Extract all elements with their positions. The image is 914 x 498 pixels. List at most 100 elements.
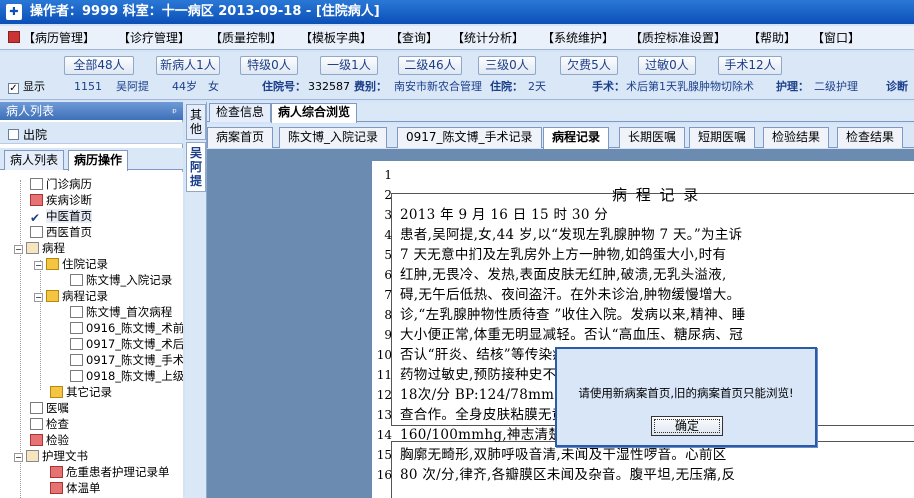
tree-item[interactable]: 其它记录 (50, 384, 112, 400)
line-number: 10 (376, 348, 392, 362)
menu-item-templates[interactable]: 【模板字典】 (300, 30, 372, 46)
patient-age: 44岁 (172, 80, 197, 93)
check-icon: ✔ (30, 211, 41, 225)
filter-special-button[interactable]: 特级0人 (240, 56, 298, 75)
tab-patient-overview[interactable]: 病人综合浏览 (271, 103, 358, 123)
surgery-label: 手术： (592, 80, 625, 93)
tree-item[interactable]: 体温单 (50, 480, 101, 496)
tree-item[interactable]: − 病程 (14, 240, 65, 256)
show-toggle[interactable]: 显示 (8, 80, 45, 94)
line-number: 11 (376, 368, 392, 382)
tree-item[interactable]: ✔ 中医首页 (30, 208, 92, 224)
menu-item-statistics[interactable]: 【统计分析】 (452, 30, 524, 46)
tree-item[interactable]: 检查 (30, 416, 69, 432)
panel-header: 病人列表 ᵖ (0, 102, 183, 120)
menu-icon (8, 31, 20, 43)
folder-icon (46, 258, 59, 270)
tab-long-term-orders[interactable]: 长期医嘱 (619, 127, 686, 148)
tree-item[interactable]: 医嘱 (30, 400, 69, 416)
filter-level3-button[interactable]: 三级0人 (478, 56, 536, 75)
folder-icon (50, 386, 63, 398)
menu-item-treatment[interactable]: 【诊疗管理】 (118, 30, 190, 46)
tree-item[interactable]: 陈文博_首次病程 (70, 304, 172, 320)
menu-item-qc-standard[interactable]: 【质控标准设置】 (630, 30, 726, 46)
filter-level1-button[interactable]: 一级1人 (320, 56, 378, 75)
discharged-toggle[interactable]: 出院 (0, 122, 183, 144)
folder-icon (46, 290, 59, 302)
document-icon (30, 178, 43, 190)
collapse-icon[interactable]: − (14, 245, 23, 254)
menu-item-quality[interactable]: 【质量控制】 (210, 30, 282, 46)
document-icon (70, 354, 83, 366)
menu-item-system[interactable]: 【系统维护】 (542, 30, 614, 46)
bed-number: 1151 (74, 80, 102, 93)
pin-icon[interactable]: ᵖ (172, 104, 177, 122)
collapse-icon[interactable]: − (34, 261, 43, 270)
document-page[interactable]: 12病 程 记 录 3 2013 年 9 月 16 日 15 时 30 分4 患者,… (372, 161, 914, 498)
note-line: 胸廓无畸形,双肺呼吸音清,未闻及干湿性啰音。心前区 (400, 447, 727, 463)
note-line: 患者,吴阿提,女,44 岁,以“发现左乳腺肿物 7 天。”为主诉 (400, 227, 743, 243)
note-line: 7 天无意中扪及左乳房外上方一肿物,如鸽蛋大小,时有 (400, 247, 727, 263)
nursing-value: 二级护理 (814, 80, 858, 93)
tree-item[interactable]: 陈文博_入院记录 (70, 272, 172, 288)
show-checkbox[interactable] (8, 83, 19, 94)
tree-item[interactable]: 疾病诊断 (30, 192, 92, 208)
filter-allergy-button[interactable]: 过敏0人 (638, 56, 696, 75)
tree-item[interactable]: 西医首页 (30, 224, 92, 240)
tree-item[interactable]: − 护理文书 (14, 448, 88, 464)
tree-item[interactable]: − 住院记录 (34, 256, 108, 272)
app-icon: ✚ (6, 4, 22, 20)
tab-admission-record[interactable]: 陈文博_入院记录 (279, 127, 388, 148)
document-icon (30, 226, 43, 238)
message-dialog: 请使用新病案首页,旧的病案首页只能浏览! 确定 (555, 347, 817, 447)
menu-item-window[interactable]: 【窗口】 (812, 30, 860, 46)
menu-item-query[interactable]: 【查询】 (390, 30, 438, 46)
document-tabs: 病案首页 陈文博_入院记录 0917_陈文博_手术记录 病程记录 长期医嘱 短期… (207, 124, 914, 149)
tab-surgery-record[interactable]: 0917_陈文博_手术记录 (397, 127, 542, 148)
exam-icon (30, 418, 43, 430)
ok-button[interactable]: 确定 (651, 416, 723, 436)
tab-exam-results[interactable]: 检查结果 (837, 127, 904, 148)
filter-surgery-button[interactable]: 手术12人 (718, 56, 782, 75)
view-tabs: 检查信息 病人综合浏览 (207, 102, 914, 123)
nursing-icon (26, 450, 39, 462)
tree-item[interactable]: 门诊病历 (30, 176, 92, 192)
collapse-icon[interactable]: − (14, 453, 23, 462)
tab-patient-list[interactable]: 病人列表 (4, 150, 65, 170)
tree-item[interactable]: 检验 (30, 432, 69, 448)
diagnosis-label: 诊断 (886, 80, 908, 93)
tab-case-home[interactable]: 病案首页 (207, 127, 274, 148)
tab-record-ops[interactable]: 病历操作 (68, 150, 129, 171)
note-line: 2013 年 9 月 16 日 15 时 30 分 (400, 207, 609, 223)
diagnosis-icon (30, 194, 43, 206)
line-number: 12 (376, 388, 392, 402)
tree-item[interactable]: 0918_陈文博_上级 (70, 368, 183, 384)
nursing-label: 护理： (776, 80, 809, 93)
discharged-checkbox[interactable] (8, 129, 19, 140)
patient-name: 吴阿提 (116, 80, 149, 93)
tree-item[interactable]: 0917_陈文博_术后 (70, 336, 183, 352)
filter-level2-button[interactable]: 二级46人 (398, 56, 462, 75)
tree-item[interactable]: 危重患者护理记录单 (50, 464, 170, 480)
menu-item-help[interactable]: 【帮助】 (748, 30, 796, 46)
line-number: 13 (376, 408, 392, 422)
tab-lab-results[interactable]: 检验结果 (763, 127, 830, 148)
line-number: 9 (384, 328, 392, 342)
filter-all-button[interactable]: 全部48人 (64, 56, 134, 75)
filter-new-button[interactable]: 新病人1人 (156, 56, 220, 75)
tab-progress-note[interactable]: 病程记录 (543, 127, 610, 149)
tree-item[interactable]: 0917_陈文博_手术 (70, 352, 183, 368)
tree-item[interactable]: 0916_陈文博_术前 (70, 320, 183, 336)
line-number: 2 (384, 188, 392, 202)
lab-icon (30, 434, 43, 446)
tab-patient[interactable]: 吴阿提 (186, 142, 206, 192)
menu-item-record-mgmt[interactable]: 【病历管理】 (8, 30, 95, 46)
fee-value: 南安市新农合管理 (394, 80, 482, 93)
filter-arrears-button[interactable]: 欠费5人 (560, 56, 618, 75)
tree-item[interactable]: − 病程记录 (34, 288, 108, 304)
tab-exam-info[interactable]: 检查信息 (209, 103, 272, 122)
collapse-icon[interactable]: − (34, 293, 43, 302)
tab-other[interactable]: 其他 (186, 104, 206, 140)
document-icon (70, 370, 83, 382)
tab-short-term-orders[interactable]: 短期医嘱 (689, 127, 756, 148)
